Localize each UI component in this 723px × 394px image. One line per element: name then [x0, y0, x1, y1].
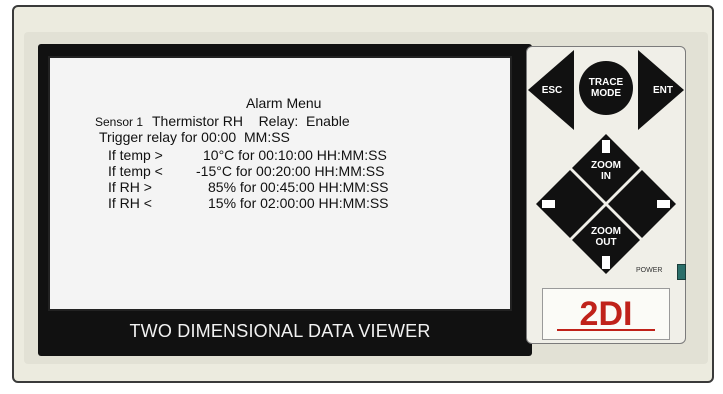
alarm-value: 10°C for 00:10:00 HH:MM:SS — [203, 147, 387, 163]
trace-mode-label: TRACE MODE — [588, 77, 624, 99]
sensor-label: Sensor 1 — [95, 115, 144, 129]
power-label: POWER — [636, 267, 663, 274]
alarm-label: If RH > — [108, 179, 152, 195]
logo-graphic: 2DI — [557, 295, 655, 333]
device-caption: TWO DIMENSIONAL DATA VIEWER — [129, 321, 431, 341]
brand-logo: 2DI — [542, 288, 670, 340]
alarm-value: -15°C for 00:20:00 HH:MM:SS — [196, 163, 385, 179]
power-led-icon — [677, 264, 686, 280]
alarm-value: 85% for 00:45:00 HH:MM:SS — [208, 179, 389, 195]
svg-text:2DI: 2DI — [580, 295, 633, 333]
alarm-label: If temp > — [108, 147, 163, 163]
lcd-screen: Alarm Menu Sensor 1 Thermistor RH Relay:… — [48, 56, 512, 311]
alarm-value: 15% for 02:00:00 HH:MM:SS — [208, 195, 389, 211]
zoom-out-label: ZOOM OUT — [591, 226, 621, 248]
alarm-label: If temp < — [108, 163, 163, 179]
sensor-line: Thermistor RH Relay: Enable — [152, 113, 350, 129]
alarm-label: If RH < — [108, 195, 152, 211]
trigger-line: Trigger relay for 00:00 MM:SS — [99, 129, 290, 145]
esc-label: ESC — [541, 85, 563, 96]
ent-label: ENT — [653, 85, 673, 96]
screen-title: Alarm Menu — [246, 95, 322, 111]
